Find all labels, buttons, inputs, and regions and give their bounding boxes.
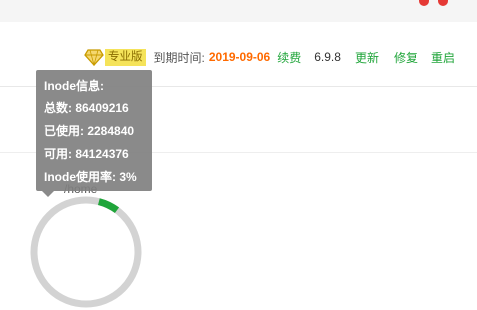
version-number: 6.9.8 <box>314 50 341 64</box>
close-icon[interactable] <box>419 0 429 6</box>
inode-tooltip: Inode信息: 总数: 86409216 已使用: 2284840 可用: 8… <box>36 70 152 197</box>
tooltip-available: 可用: 84124376 <box>44 147 129 161</box>
tooltip-total: 总数: 86409216 <box>44 101 129 115</box>
tooltip-title: Inode信息: <box>44 79 104 93</box>
panel-info-row: 专业版 到期时间: 2019-09-06 续费 6.9.8 更新 修复 重启 <box>84 46 455 68</box>
renew-link[interactable]: 续费 <box>277 49 301 66</box>
top-strip <box>0 0 477 23</box>
tooltip-used: 已使用: 2284840 <box>44 124 135 138</box>
disk-usage-ring[interactable] <box>28 194 144 310</box>
expire-label: 到期时间: <box>153 50 205 65</box>
tooltip-usage: Inode使用率: 3% <box>44 170 137 184</box>
repair-link[interactable]: 修复 <box>394 49 418 66</box>
edition-badge: 专业版 <box>105 48 146 66</box>
tooltip-arrow <box>42 191 54 197</box>
close-icon[interactable] <box>438 0 448 6</box>
inode-usage-arc <box>97 198 120 214</box>
diamond-icon <box>84 49 104 66</box>
update-link[interactable]: 更新 <box>355 49 379 66</box>
restart-link[interactable]: 重启 <box>431 49 455 66</box>
expire-date: 2019-09-06 <box>208 50 271 64</box>
